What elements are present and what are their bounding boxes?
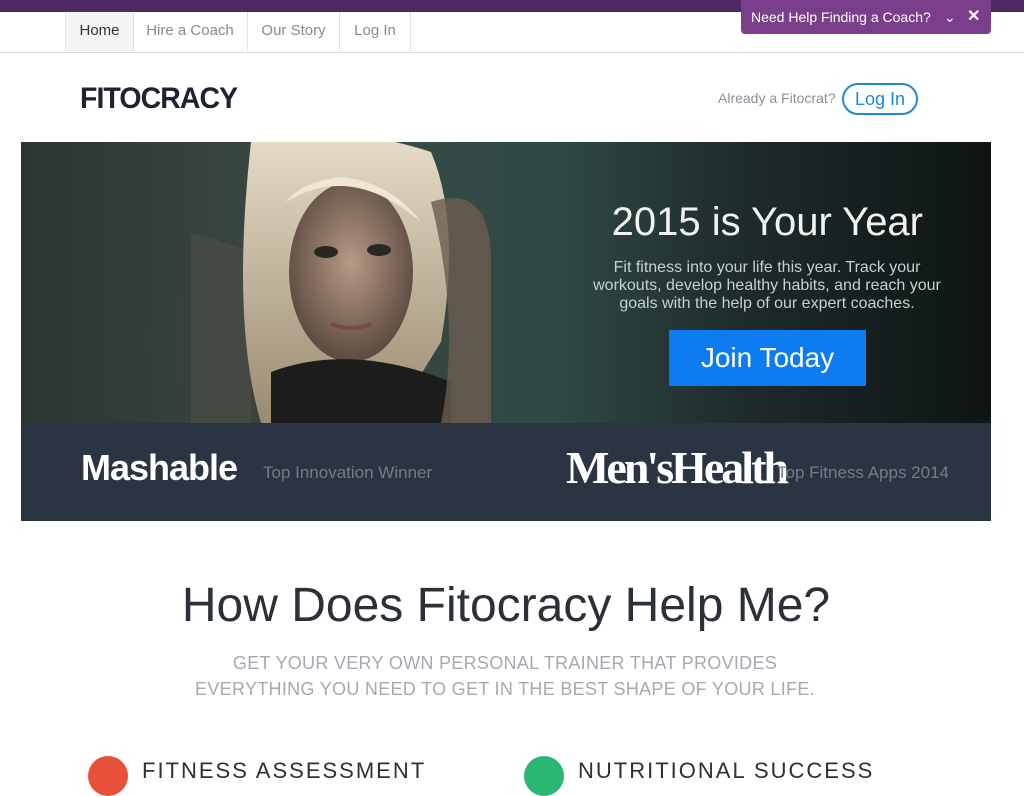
how-subheading: GET YOUR VERY OWN PERSONAL TRAINER THAT … — [195, 653, 815, 699]
already-fitocrat-text: Already a Fitocrat? — [718, 90, 836, 106]
fitness-assessment-label: FITNESS ASSESSMENT — [142, 758, 427, 783]
tab-log-in[interactable]: Log In — [340, 12, 411, 51]
header-login-button[interactable]: Log In — [842, 83, 918, 115]
tab-hire-a-coach[interactable]: Hire a Coach — [133, 12, 248, 51]
tab-our-story[interactable]: Our Story — [248, 12, 340, 51]
mashable-caption: Top Innovation Winner — [263, 463, 433, 482]
help-widget-label[interactable]: Need Help Finding a Coach? — [751, 0, 931, 34]
fitocracy-logo[interactable]: FITOCRACY — [80, 82, 238, 116]
hero-banner: 2015 is Your Year Fit fitness into your … — [21, 142, 991, 423]
nutritional-success-label: NUTRITIONAL SUCCESS — [578, 758, 875, 783]
close-icon[interactable]: ✕ — [967, 0, 980, 34]
join-today-button[interactable]: Join Today — [669, 330, 866, 386]
tab-home[interactable]: Home — [65, 12, 134, 51]
fitness-assessment-icon — [88, 756, 128, 796]
mashable-logo: Mashable — [81, 447, 238, 488]
athlete-image — [191, 142, 491, 423]
hero-title: 2015 is Your Year — [611, 200, 923, 244]
press-strip: Mashable Top Innovation Winner Men'sHeal… — [21, 423, 991, 521]
chevron-down-icon[interactable]: ⌄ — [944, 0, 956, 34]
help-finding-coach-widget[interactable]: Need Help Finding a Coach? ⌄ ✕ — [741, 0, 991, 34]
how-heading: How Does Fitocracy Help Me? — [181, 579, 831, 632]
mens-health-logo: Men'sHealth — [566, 442, 789, 493]
hero-subtitle: Fit fitness into your life this year. Tr… — [593, 259, 941, 312]
nutritional-success-icon — [524, 756, 564, 796]
mens-health-caption: Top Fitness Apps 2014 — [777, 463, 950, 482]
